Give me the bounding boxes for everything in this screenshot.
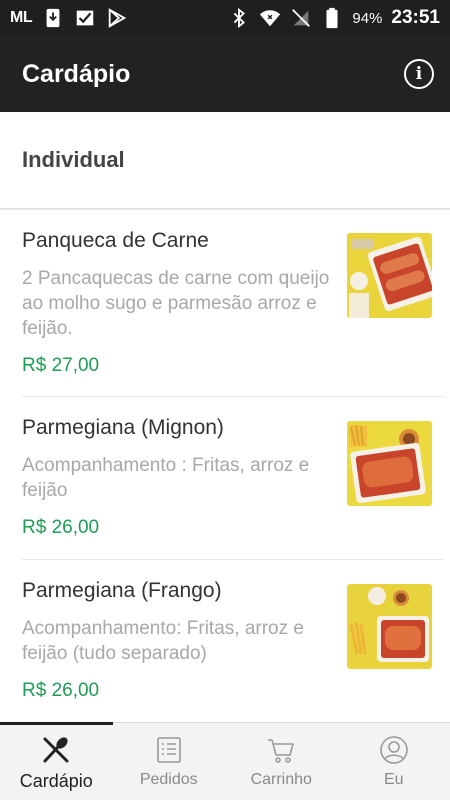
tab-eu[interactable]: Eu [338, 723, 450, 800]
menu-item-description: 2 Pancaquecas de carne com queijo ao mol… [22, 268, 330, 339]
page-title: Cardápio [22, 59, 131, 88]
menu-item-description: Acompanhamento : Fritas, arroz e feijão [22, 455, 310, 501]
app-bar: Cardápio i [0, 36, 450, 112]
menu-item-text: Parmegiana (Frango) Acompanhamento: Frit… [22, 578, 336, 702]
tab-label: Pedidos [139, 771, 198, 788]
menu-item-photo [347, 233, 432, 318]
battery-icon [321, 7, 343, 29]
tab-carrinho[interactable]: Carrinho [225, 723, 338, 800]
menu-item[interactable]: Panqueca de Carne 2 Pancaquecas de carne… [22, 210, 444, 397]
menu-item-photo [347, 421, 432, 506]
status-system: 94% 23:51 [228, 7, 440, 29]
tab-label: Cardápio [19, 771, 93, 791]
menu-item-price: R$ 26,00 [22, 680, 100, 701]
list-icon [154, 735, 184, 765]
status-notifications: ML [10, 7, 128, 29]
menu-item-price: R$ 27,00 [22, 355, 100, 376]
info-icon: i [415, 64, 423, 84]
ml-notification-label: ML [10, 9, 33, 26]
tab-label: Eu [383, 771, 404, 788]
menu-item[interactable]: Parmegiana (Frango) Acompanhamento: Frit… [22, 560, 444, 722]
info-button[interactable]: i [404, 59, 434, 89]
menu-item[interactable]: Parmegiana (Mignon) Acompanhamento : Fri… [22, 397, 444, 560]
check-notification-icon [74, 7, 96, 29]
menu-item-photo [347, 584, 432, 669]
play-store-icon [106, 7, 128, 29]
wifi-icon [259, 7, 281, 29]
menu-item-name: Panqueca de Carne [22, 229, 209, 252]
no-signal-icon [290, 7, 312, 29]
battery-percent: 94% [352, 9, 383, 27]
menu-item-name: Parmegiana (Mignon) [22, 416, 224, 439]
tab-cardapio[interactable]: Cardápio [0, 722, 113, 800]
bluetooth-icon [228, 7, 250, 29]
menu-item-price: R$ 26,00 [22, 517, 100, 538]
section-header: Individual [0, 112, 450, 210]
menu-item-text: Parmegiana (Mignon) Acompanhamento : Fri… [22, 415, 336, 539]
menu-list[interactable]: Individual Panqueca de Carne 2 Pancaquec… [0, 112, 450, 722]
menu-item-text: Panqueca de Carne 2 Pancaquecas de carne… [22, 228, 336, 377]
bottom-nav: Cardápio Pedidos Carrinho Eu [0, 722, 450, 800]
utensils-icon [41, 735, 71, 765]
section-title: Individual [22, 147, 125, 172]
menu-item-description: Acompanhamento: Fritas, arroz e feijão (… [22, 618, 304, 664]
tab-label: Carrinho [250, 771, 312, 788]
user-icon [379, 735, 409, 765]
cart-icon [266, 735, 296, 765]
clock: 23:51 [391, 7, 440, 28]
download-icon [42, 7, 64, 29]
tab-pedidos[interactable]: Pedidos [113, 723, 226, 800]
status-bar: ML 94% 23:51 [0, 0, 450, 36]
menu-item-name: Parmegiana (Frango) [22, 579, 222, 602]
